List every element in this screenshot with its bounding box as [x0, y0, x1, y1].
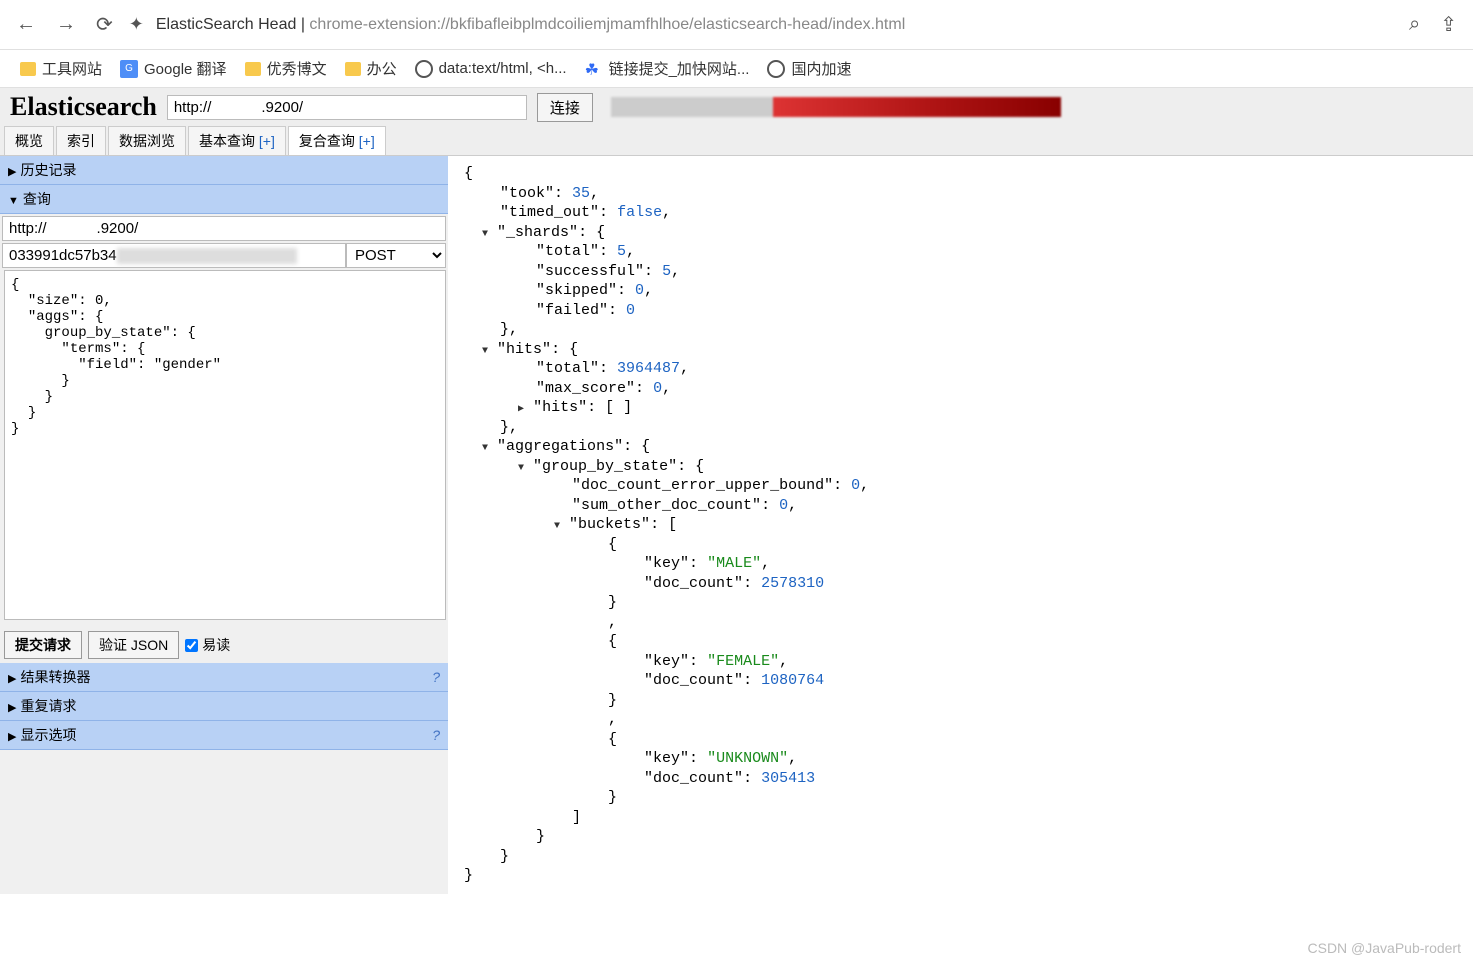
connect-button[interactable]: 连接 [537, 93, 593, 122]
app-title: Elasticsearch [10, 92, 157, 122]
tabs: 概览 索引 数据浏览 基本查询 [+] 复合查询 [+] [0, 126, 1473, 156]
section-query[interactable]: ▼查询 [0, 185, 448, 214]
extension-icon: ✦ [129, 14, 144, 35]
tab-compound-query[interactable]: 复合查询 [+] [288, 126, 386, 155]
bookmarks-bar: 工具网站 GGoogle 翻译 优秀博文 办公 data:text/html, … [0, 50, 1473, 88]
app-header: Elasticsearch 连接 [0, 88, 1473, 126]
tab-indices[interactable]: 索引 [56, 126, 106, 155]
tab-overview[interactable]: 概览 [4, 126, 54, 155]
section-result-transformer[interactable]: ▶结果转换器? [0, 663, 448, 692]
bookmark-item[interactable]: 国内加速 [767, 58, 851, 79]
section-display-options[interactable]: ▶显示选项? [0, 721, 448, 750]
query-inputs: 033991dc57b34 POST { "size": 0, "aggs": … [0, 214, 448, 627]
http-method-select[interactable]: POST [346, 243, 446, 268]
back-button[interactable]: ← [12, 9, 40, 40]
bookmark-item[interactable]: ☘链接提交_加快网站... [585, 58, 750, 79]
translate-icon: G [120, 60, 138, 78]
help-icon[interactable]: ? [432, 669, 440, 685]
folder-icon [245, 62, 261, 76]
response-panel: { "took": 35, "timed_out": false, ▼ "_sh… [448, 156, 1473, 894]
folder-icon [345, 62, 361, 76]
baidu-icon: ☘ [585, 60, 603, 78]
reload-button[interactable]: ⟳ [92, 8, 117, 41]
browser-toolbar: ← → ⟳ ✦ ElasticSearch Head | chrome-exte… [0, 0, 1473, 50]
tab-basic-query[interactable]: 基本查询 [+] [188, 126, 286, 155]
query-index-input[interactable]: 033991dc57b34 [2, 243, 346, 268]
bookmark-item[interactable]: GGoogle 翻译 [120, 58, 227, 79]
share-icon[interactable]: ⇪ [1436, 8, 1461, 41]
watermark: CSDN @JavaPub-rodert [1308, 940, 1462, 956]
submit-button[interactable]: 提交请求 [4, 631, 82, 659]
search-icon[interactable]: ⌕ [1405, 9, 1424, 40]
bookmark-item[interactable]: 办公 [345, 58, 397, 79]
query-body-textarea[interactable]: { "size": 0, "aggs": { group_by_state": … [4, 270, 446, 620]
main-content: ▶历史记录 ▼查询 033991dc57b34 POST { "size": 0… [0, 156, 1473, 894]
globe-icon [767, 60, 785, 78]
section-repeat-request[interactable]: ▶重复请求 [0, 692, 448, 721]
query-url-input[interactable] [2, 216, 446, 241]
action-row: 提交请求 验证 JSON 易读 [0, 627, 448, 663]
cluster-status-bar [611, 97, 1061, 117]
globe-icon [415, 60, 433, 78]
validate-json-button[interactable]: 验证 JSON [88, 631, 179, 659]
forward-button[interactable]: → [52, 9, 80, 40]
section-history[interactable]: ▶历史记录 [0, 156, 448, 185]
folder-icon [20, 62, 36, 76]
left-panel: ▶历史记录 ▼查询 033991dc57b34 POST { "size": 0… [0, 156, 448, 894]
easy-read-checkbox[interactable]: 易读 [185, 635, 230, 655]
tab-browse[interactable]: 数据浏览 [108, 126, 186, 155]
bookmark-item[interactable]: 工具网站 [20, 58, 102, 79]
address-bar[interactable]: ElasticSearch Head | chrome-extension://… [156, 16, 1393, 34]
bookmark-item[interactable]: data:text/html, <h... [415, 60, 567, 78]
connection-url-input[interactable] [167, 95, 527, 120]
help-icon[interactable]: ? [432, 727, 440, 743]
bookmark-item[interactable]: 优秀博文 [245, 58, 327, 79]
